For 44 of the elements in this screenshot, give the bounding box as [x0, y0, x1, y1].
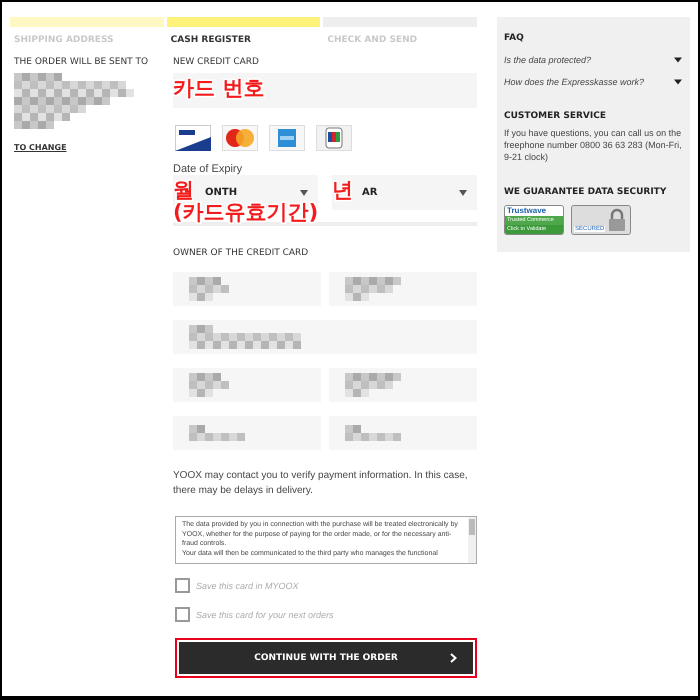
- card-brand-icon: [175, 125, 211, 151]
- privacy-text-box[interactable]: [175, 516, 477, 564]
- card-brand-icon: [316, 125, 352, 151]
- blurred-text: [189, 277, 229, 301]
- sidebar-heading: CUSTOMER SERVICE: [504, 111, 607, 121]
- blurred-text: [189, 425, 245, 441]
- step-label[interactable]: CASH REGISTER: [166, 35, 320, 45]
- input-field[interactable]: [329, 272, 477, 306]
- input-field[interactable]: [173, 320, 477, 354]
- section-heading: NEW CREDIT CARD: [173, 57, 260, 67]
- caret-icon: [459, 190, 467, 196]
- caret-icon: [300, 190, 308, 196]
- blurred-text: [345, 425, 401, 441]
- faq-item[interactable]: How does the Expresskasse work?: [504, 77, 682, 87]
- annotation-text: 년: [332, 179, 353, 201]
- scrollbar[interactable]: [468, 517, 476, 563]
- section-heading: THE ORDER WILL BE SENT TO: [14, 57, 150, 67]
- annotation-text: 카드 번호: [173, 77, 264, 99]
- lock-icon: [607, 208, 628, 232]
- faq-item[interactable]: Is the data protected?: [504, 55, 682, 65]
- checkbox-label: Save this card for your next orders: [196, 610, 334, 620]
- card-brand-icon: [222, 125, 258, 151]
- service-text: If you have questions, you can call us on the freephone number 0800 36 63 283 (Mon-Fri, 9-21 clock): [504, 127, 682, 163]
- card-brand-icon: [269, 125, 305, 151]
- dropdown[interactable]: [173, 416, 321, 450]
- dropdown[interactable]: [329, 416, 477, 450]
- input-field[interactable]: [329, 368, 477, 402]
- notice-text: YOOX may contact you to verify payment information. In this case, there may be delays in delivery.: [173, 469, 469, 498]
- sidebar-heading: FAQ: [504, 33, 525, 43]
- field-label: Date of Expiry: [173, 163, 244, 175]
- input-field[interactable]: [173, 368, 321, 402]
- blurred-text: [345, 373, 401, 397]
- continue-button[interactable]: CONTINUE WITH THE ORDER: [179, 642, 473, 674]
- blurred-text: [189, 373, 229, 397]
- input-field[interactable]: [173, 272, 321, 306]
- annotation-text: 월: [173, 179, 194, 201]
- change-link[interactable]: TO CHANGE: [14, 143, 67, 152]
- checkbox[interactable]: [175, 578, 190, 593]
- chevron-icon: [450, 653, 457, 663]
- checkbox-label: Save this card in MYOOX: [196, 580, 299, 590]
- checkbox[interactable]: [175, 607, 190, 622]
- sidebar-heading: WE GUARANTEE DATA SECURITY: [504, 187, 668, 197]
- section-heading: OWNER OF THE CREDIT CARD: [173, 248, 310, 258]
- blurred-text: [345, 277, 401, 301]
